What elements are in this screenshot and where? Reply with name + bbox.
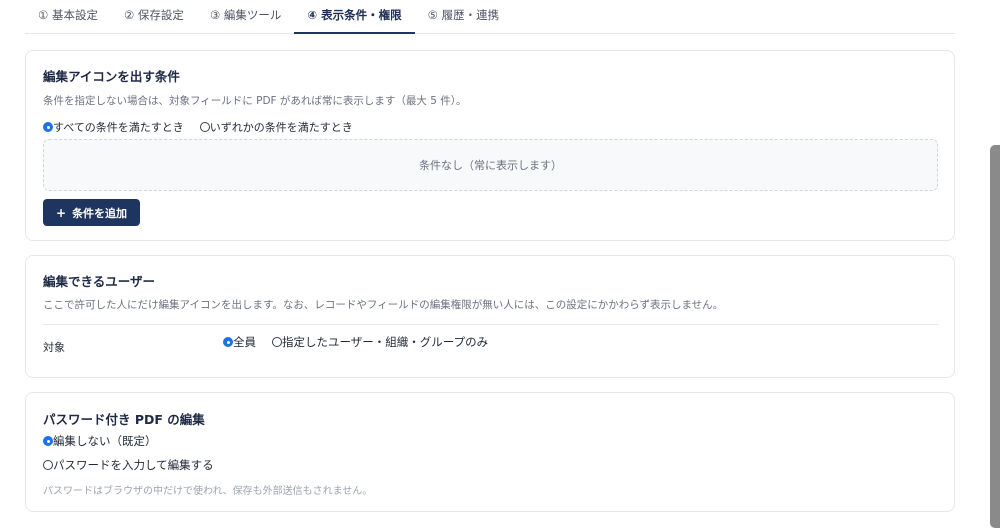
target-label: 対象: [43, 341, 65, 354]
conditions-empty-state: 条件なし（常に表示します）: [43, 139, 938, 191]
match-all-label: すべての条件を満たすとき: [53, 121, 184, 134]
plus-icon: +: [56, 205, 67, 220]
password-edit-radio[interactable]: [43, 460, 53, 470]
conditions-description: 条件を指定しない場合は、対象フィールドに PDF があれば常に表示します（最大 …: [43, 95, 467, 107]
tab-bar: ① 基本設定 ② 保存設定 ③ 編集ツール ④ 表示条件・権限 ⑤ 履歴・連携: [25, 0, 955, 34]
password-no-edit-radio[interactable]: [43, 436, 53, 446]
target-specified-label: 指定したユーザー・組織・グループのみ: [282, 335, 489, 349]
password-edit-option[interactable]: パスワードを入力して編集する: [43, 457, 214, 473]
password-no-edit-label: 編集しない（既定）: [53, 434, 157, 448]
match-mode-radio-group: すべての条件を満たすとき いずれかの条件を満たすとき: [43, 119, 369, 135]
target-specified-option[interactable]: 指定したユーザー・組織・グループのみ: [272, 334, 488, 350]
target-all-radio[interactable]: [223, 337, 233, 347]
password-edit-label: パスワードを入力して編集する: [53, 458, 214, 472]
match-any-label: いずれかの条件を満たすとき: [209, 121, 353, 134]
empty-state-text: 条件なし（常に表示します）: [419, 159, 562, 172]
match-all-option[interactable]: すべての条件を満たすとき: [43, 119, 184, 135]
add-condition-button[interactable]: + 条件を追加: [43, 199, 141, 226]
scrollbar-thumb[interactable]: [990, 145, 1000, 528]
password-no-edit-option[interactable]: 編集しない（既定）: [43, 433, 157, 449]
password-pdf-title: パスワード付き PDF の編集: [43, 412, 205, 427]
users-card: 編集できるユーザー ここで許可した人にだけ編集アイコンを出します。なお、レコード…: [25, 255, 955, 378]
settings-page: ① 基本設定 ② 保存設定 ③ 編集ツール ④ 表示条件・権限 ⑤ 履歴・連携 …: [0, 0, 1000, 528]
target-all-label: 全員: [233, 335, 256, 349]
match-any-radio[interactable]: [199, 122, 210, 132]
tab-basic-settings[interactable]: ① 基本設定: [25, 0, 111, 34]
target-specified-radio[interactable]: [272, 337, 282, 347]
users-title: 編集できるユーザー: [43, 274, 156, 289]
users-description: ここで許可した人にだけ編集アイコンを出します。なお、レコードやフィールドの編集権…: [43, 299, 724, 311]
password-pdf-card: パスワード付き PDF の編集 編集しない（既定） パスワードを入力して編集する…: [25, 392, 955, 512]
tab-display-conditions[interactable]: ④ 表示条件・権限: [294, 0, 415, 34]
conditions-title: 編集アイコンを出す条件: [43, 69, 180, 84]
add-condition-label: 条件を追加: [72, 206, 128, 220]
users-divider: [43, 324, 938, 325]
match-any-option[interactable]: いずれかの条件を満たすとき: [199, 119, 353, 135]
tab-save-settings[interactable]: ② 保存設定: [111, 0, 197, 34]
tab-history[interactable]: ⑤ 履歴・連携: [415, 0, 512, 34]
tab-edit-tools[interactable]: ③ 編集ツール: [197, 0, 294, 34]
match-all-radio[interactable]: [43, 122, 53, 132]
target-all-option[interactable]: 全員: [223, 334, 256, 350]
conditions-card: 編集アイコンを出す条件 条件を指定しない場合は、対象フィールドに PDF があれ…: [25, 50, 955, 241]
target-radio-group: 全員 指定したユーザー・組織・グループのみ: [223, 334, 504, 350]
password-hint: パスワードはブラウザの中だけで使われ、保存も外部送信もされません。: [43, 486, 373, 497]
